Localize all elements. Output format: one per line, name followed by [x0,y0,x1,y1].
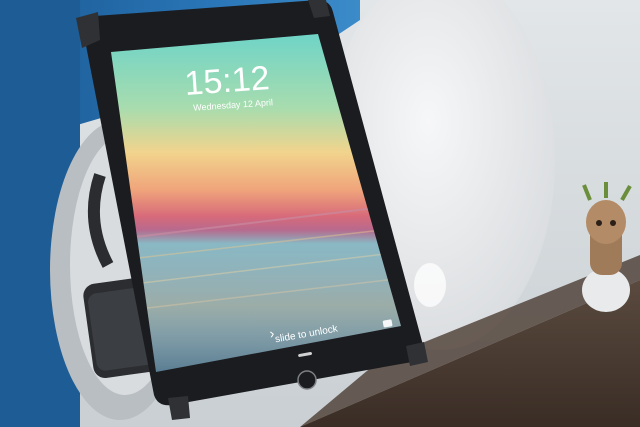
holder-corner-bottom-right [406,342,428,366]
figurine-head [586,200,626,244]
home-button-icon[interactable] [297,370,317,390]
lockscreen-time: 15:12 [183,59,271,103]
figurine-eye-right [610,220,616,226]
photo-scene: 15:12 Wednesday 12 April › slide to unlo… [0,0,640,427]
speaker-highlight [414,263,446,307]
figurine-eye-left [596,220,602,226]
